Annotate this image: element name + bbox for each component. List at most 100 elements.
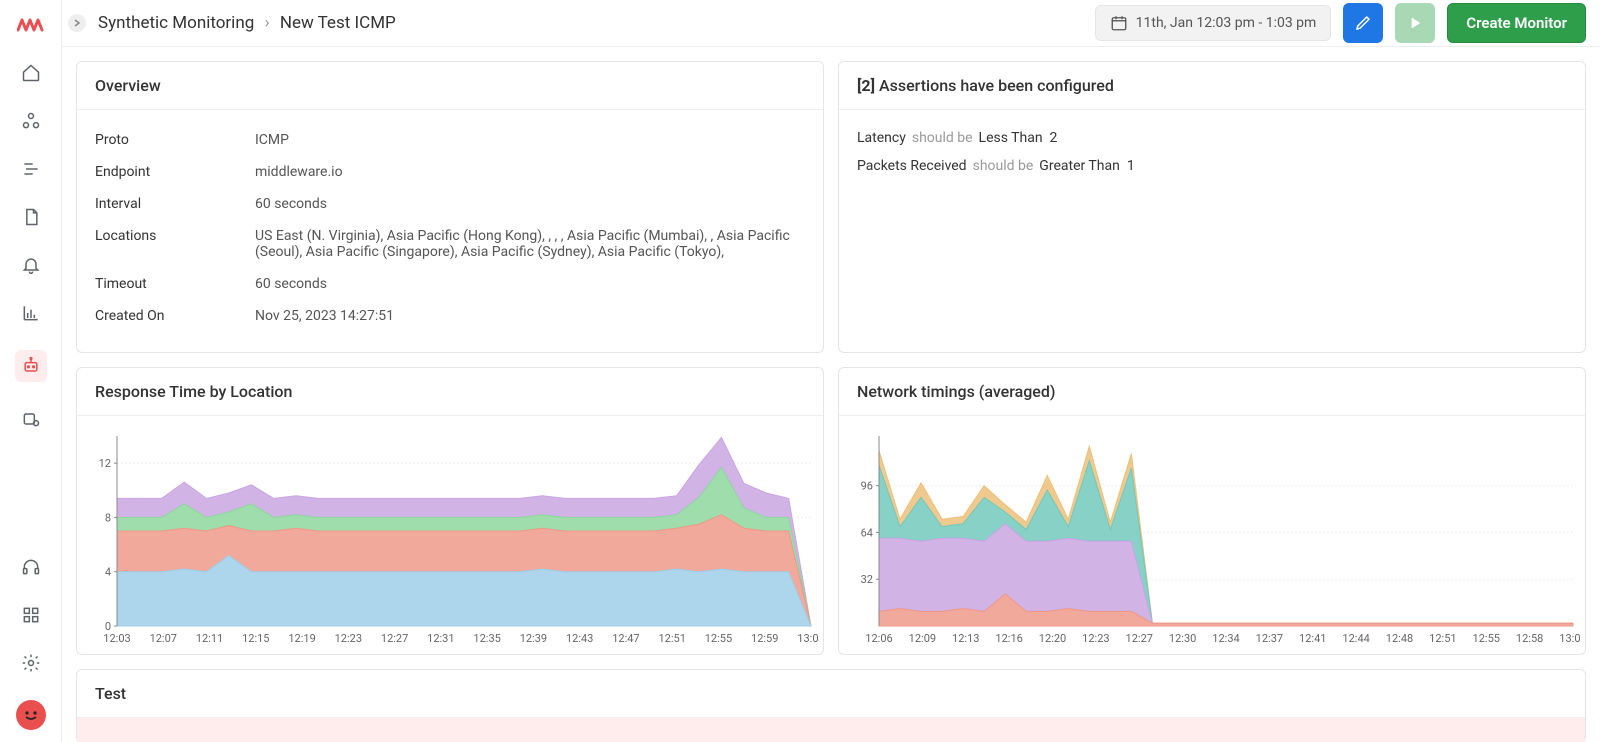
overview-row: Interval60 seconds	[95, 188, 805, 220]
svg-text:12:16: 12:16	[995, 632, 1022, 645]
assertion-shouldbe: should be	[973, 158, 1034, 174]
assertion-op: Less Than	[979, 130, 1043, 146]
overview-label: Created On	[95, 308, 255, 324]
overview-row: Created OnNov 25, 2023 14:27:51	[95, 300, 805, 332]
svg-text:12:11: 12:11	[196, 632, 223, 645]
overview-label: Timeout	[95, 276, 255, 292]
svg-text:12:47: 12:47	[612, 632, 639, 645]
collapse-sidebar-button[interactable]	[68, 14, 86, 32]
sidebar	[0, 0, 62, 742]
response-time-chart[interactable]: 0481212:0312:0712:1112:1512:1912:2312:27…	[81, 428, 819, 648]
svg-text:12:23: 12:23	[335, 632, 362, 645]
svg-text:13:04: 13:04	[797, 632, 819, 645]
network-timings-title: Network timings (averaged)	[839, 368, 1585, 416]
test-panel: Test	[76, 669, 1586, 742]
svg-text:12:15: 12:15	[242, 632, 269, 645]
svg-text:13:03: 13:03	[1559, 632, 1581, 645]
breadcrumb-sep-icon: ›	[264, 13, 269, 33]
svg-text:12:35: 12:35	[473, 632, 500, 645]
overview-row: ProtoICMP	[95, 124, 805, 156]
overview-row: Timeout60 seconds	[95, 268, 805, 300]
pencil-icon	[1354, 14, 1372, 32]
svg-text:12:51: 12:51	[1429, 632, 1456, 645]
assertion-val: 1	[1127, 158, 1135, 174]
svg-text:12:20: 12:20	[1039, 632, 1066, 645]
bell-icon[interactable]	[20, 254, 42, 276]
svg-text:12:23: 12:23	[1082, 632, 1109, 645]
svg-text:32: 32	[861, 573, 873, 586]
svg-text:12:27: 12:27	[1126, 632, 1153, 645]
svg-text:12:55: 12:55	[1473, 632, 1500, 645]
svg-text:12:03: 12:03	[103, 632, 130, 645]
play-icon	[1407, 15, 1423, 31]
overview-value: 60 seconds	[255, 196, 805, 212]
overview-label: Proto	[95, 132, 255, 148]
assertions-panel: [2] Assertions have been configured Late…	[838, 61, 1586, 353]
overview-value: US East (N. Virginia), Asia Pacific (Hon…	[255, 228, 805, 260]
chart-icon[interactable]	[20, 302, 42, 324]
test-title: Test	[77, 670, 1585, 718]
overview-label: Endpoint	[95, 164, 255, 180]
avatar[interactable]	[16, 700, 46, 730]
home-icon[interactable]	[20, 62, 42, 84]
svg-text:12:34: 12:34	[1212, 632, 1239, 645]
robot-icon[interactable]	[15, 350, 47, 382]
svg-text:12:07: 12:07	[150, 632, 177, 645]
breadcrumb-current: New Test ICMP	[280, 13, 396, 33]
time-range-picker[interactable]: 11th, Jan 12:03 pm - 1:03 pm	[1095, 5, 1332, 41]
overview-label: Interval	[95, 196, 255, 212]
svg-text:12:37: 12:37	[1256, 632, 1283, 645]
brand-logo[interactable]	[16, 14, 46, 36]
svg-text:12:55: 12:55	[705, 632, 732, 645]
response-time-title: Response Time by Location	[77, 368, 823, 416]
svg-text:12:09: 12:09	[909, 632, 936, 645]
svg-text:12:13: 12:13	[952, 632, 979, 645]
assertion-metric: Latency	[857, 130, 906, 146]
rum-icon[interactable]	[20, 408, 42, 430]
svg-text:12:48: 12:48	[1386, 632, 1413, 645]
overview-row: Endpointmiddleware.io	[95, 156, 805, 188]
document-icon[interactable]	[20, 206, 42, 228]
overview-value: ICMP	[255, 132, 805, 148]
assertion-shouldbe: should be	[912, 130, 973, 146]
headset-icon[interactable]	[20, 556, 42, 578]
calendar-icon	[1110, 14, 1128, 32]
overview-value: Nov 25, 2023 14:27:51	[255, 308, 805, 324]
edit-button[interactable]	[1343, 3, 1383, 43]
svg-text:96: 96	[861, 480, 873, 493]
svg-text:12:39: 12:39	[520, 632, 547, 645]
svg-text:12:44: 12:44	[1342, 632, 1369, 645]
network-timings-chart[interactable]: 32649612:0612:0912:1312:1612:2012:2312:2…	[843, 428, 1581, 648]
run-button[interactable]	[1395, 3, 1435, 43]
svg-text:12: 12	[99, 457, 111, 470]
svg-text:12:51: 12:51	[658, 632, 685, 645]
assertions-title: [2] Assertions have been configured	[839, 62, 1585, 110]
response-time-panel: Response Time by Location 0481212:0312:0…	[76, 367, 824, 655]
svg-text:64: 64	[861, 526, 873, 539]
svg-text:12:59: 12:59	[751, 632, 778, 645]
svg-text:12:30: 12:30	[1169, 632, 1196, 645]
svg-text:12:27: 12:27	[381, 632, 408, 645]
breadcrumb-parent[interactable]: Synthetic Monitoring	[98, 13, 254, 33]
assertion-row: Latency should be Less Than 2	[857, 124, 1567, 152]
svg-text:12:19: 12:19	[288, 632, 315, 645]
assertion-row: Packets Received should be Greater Than 1	[857, 152, 1567, 180]
apps-icon[interactable]	[20, 604, 42, 626]
svg-text:12:41: 12:41	[1299, 632, 1326, 645]
overview-panel: Overview ProtoICMPEndpointmiddleware.ioI…	[76, 61, 824, 353]
svg-text:8: 8	[105, 511, 111, 524]
create-monitor-button[interactable]: Create Monitor	[1447, 3, 1586, 43]
svg-text:12:31: 12:31	[427, 632, 454, 645]
svg-text:12:43: 12:43	[566, 632, 593, 645]
assertion-val: 2	[1050, 130, 1058, 146]
svg-text:4: 4	[105, 566, 111, 579]
assertion-op: Greater Than	[1039, 158, 1120, 174]
gear-icon[interactable]	[20, 652, 42, 674]
overview-title: Overview	[77, 62, 823, 110]
nodes-icon[interactable]	[20, 110, 42, 132]
assertion-metric: Packets Received	[857, 158, 967, 174]
overview-value: middleware.io	[255, 164, 805, 180]
logs-icon[interactable]	[20, 158, 42, 180]
time-range-label: 11th, Jan 12:03 pm - 1:03 pm	[1136, 15, 1317, 31]
overview-label: Locations	[95, 228, 255, 260]
